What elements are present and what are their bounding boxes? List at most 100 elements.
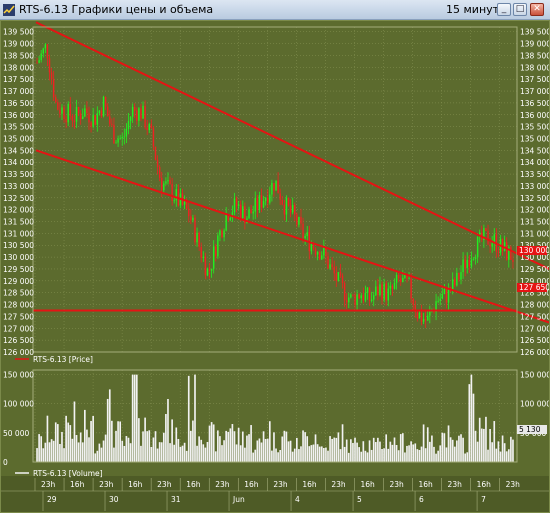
candle-down[interactable] xyxy=(464,259,466,269)
candle-up[interactable] xyxy=(119,138,121,140)
candle-down[interactable] xyxy=(377,286,379,296)
candle-down[interactable] xyxy=(50,72,53,80)
candle-down[interactable] xyxy=(86,108,88,114)
candle-down[interactable] xyxy=(505,242,508,260)
candle-up[interactable] xyxy=(310,244,313,252)
candle-up[interactable] xyxy=(329,264,331,269)
candle-down[interactable] xyxy=(215,246,217,257)
candle-up[interactable] xyxy=(84,108,86,117)
candle-down[interactable] xyxy=(287,197,290,206)
candle-down[interactable] xyxy=(416,312,419,319)
candle-up[interactable] xyxy=(225,214,227,231)
candle-up[interactable] xyxy=(491,243,493,247)
candle-down[interactable] xyxy=(391,285,394,289)
candle-up[interactable] xyxy=(383,283,385,300)
candle-down[interactable] xyxy=(140,108,142,119)
candle-up[interactable] xyxy=(237,204,240,206)
candle-up[interactable] xyxy=(375,286,377,296)
candle-down[interactable] xyxy=(279,193,281,200)
candle-up[interactable] xyxy=(304,236,306,239)
candle-up[interactable] xyxy=(418,312,421,319)
candle-up[interactable] xyxy=(474,257,477,259)
candle-down[interactable] xyxy=(69,103,72,117)
candle-up[interactable] xyxy=(285,197,288,215)
candle-up[interactable] xyxy=(125,128,128,137)
timeframe-label[interactable]: 15 минут xyxy=(446,3,499,16)
candle-up[interactable] xyxy=(356,294,358,306)
candle-down[interactable] xyxy=(283,204,286,215)
candle-up[interactable] xyxy=(364,292,367,301)
candle-down[interactable] xyxy=(318,252,321,260)
candle-up[interactable] xyxy=(102,96,105,117)
candle-up[interactable] xyxy=(127,121,130,129)
candle-down[interactable] xyxy=(158,166,161,178)
candle-down[interactable] xyxy=(468,259,471,267)
candle-up[interactable] xyxy=(121,137,123,139)
candle-down[interactable] xyxy=(152,128,155,147)
candle-down[interactable] xyxy=(161,177,163,191)
candle-up[interactable] xyxy=(470,259,473,267)
candle-down[interactable] xyxy=(302,223,304,239)
candle-down[interactable] xyxy=(194,217,196,243)
candle-up[interactable] xyxy=(42,48,45,54)
candle-up[interactable] xyxy=(163,183,165,191)
candle-up[interactable] xyxy=(429,311,431,316)
candle-up[interactable] xyxy=(271,183,273,195)
candle-down[interactable] xyxy=(65,119,67,123)
candle-up[interactable] xyxy=(323,247,325,256)
candle-up[interactable] xyxy=(248,209,250,219)
candle-down[interactable] xyxy=(106,106,109,117)
candle-down[interactable] xyxy=(294,205,296,215)
candle-up[interactable] xyxy=(175,189,178,201)
candle-up[interactable] xyxy=(131,106,134,117)
candle-up[interactable] xyxy=(82,116,84,120)
candle-up[interactable] xyxy=(366,287,369,293)
maximize-button[interactable]: □ xyxy=(513,3,527,16)
chart-frame[interactable]: RTS-6.13 [Price] RTS-6.13 [Volume] 139 5… xyxy=(0,20,550,513)
candle-down[interactable] xyxy=(55,97,57,103)
candle-down[interactable] xyxy=(185,201,188,209)
candle-up[interactable] xyxy=(316,252,319,255)
candle-down[interactable] xyxy=(100,110,103,117)
candle-up[interactable] xyxy=(275,180,277,191)
candle-down[interactable] xyxy=(314,248,317,255)
candle-up[interactable] xyxy=(252,211,254,214)
candle-down[interactable] xyxy=(277,180,279,194)
candle-down[interactable] xyxy=(273,183,275,191)
candle-up[interactable] xyxy=(395,274,398,283)
candle-down[interactable] xyxy=(77,106,80,114)
candle-down[interactable] xyxy=(341,275,344,283)
candle-down[interactable] xyxy=(296,214,298,225)
candle-down[interactable] xyxy=(94,115,96,125)
candle-up[interactable] xyxy=(439,298,441,301)
close-button[interactable]: ✕ xyxy=(530,3,544,16)
candle-up[interactable] xyxy=(393,282,396,289)
candle-down[interactable] xyxy=(424,318,427,321)
candle-up[interactable] xyxy=(183,201,186,205)
candle-down[interactable] xyxy=(36,62,38,64)
candle-up[interactable] xyxy=(387,288,389,301)
candle-down[interactable] xyxy=(144,105,146,128)
candle-down[interactable] xyxy=(154,146,157,160)
candle-up[interactable] xyxy=(441,294,444,299)
candle-up[interactable] xyxy=(337,272,340,281)
candle-down[interactable] xyxy=(281,199,284,205)
candle-up[interactable] xyxy=(370,299,373,302)
candle-down[interactable] xyxy=(156,159,159,167)
candle-down[interactable] xyxy=(208,268,211,271)
candle-up[interactable] xyxy=(422,318,425,322)
candle-up[interactable] xyxy=(67,103,69,123)
candle-down[interactable] xyxy=(221,230,223,238)
candle-down[interactable] xyxy=(400,278,402,283)
candle-up[interactable] xyxy=(242,206,244,219)
candle-up[interactable] xyxy=(427,315,429,321)
candle-up[interactable] xyxy=(192,217,194,221)
candle-up[interactable] xyxy=(219,230,221,236)
candle-up[interactable] xyxy=(460,272,462,280)
candle-down[interactable] xyxy=(410,278,412,299)
candle-down[interactable] xyxy=(385,283,387,301)
candle-down[interactable] xyxy=(73,120,76,122)
candle-down[interactable] xyxy=(510,247,512,260)
candle-up[interactable] xyxy=(389,285,392,289)
candle-up[interactable] xyxy=(138,108,140,121)
